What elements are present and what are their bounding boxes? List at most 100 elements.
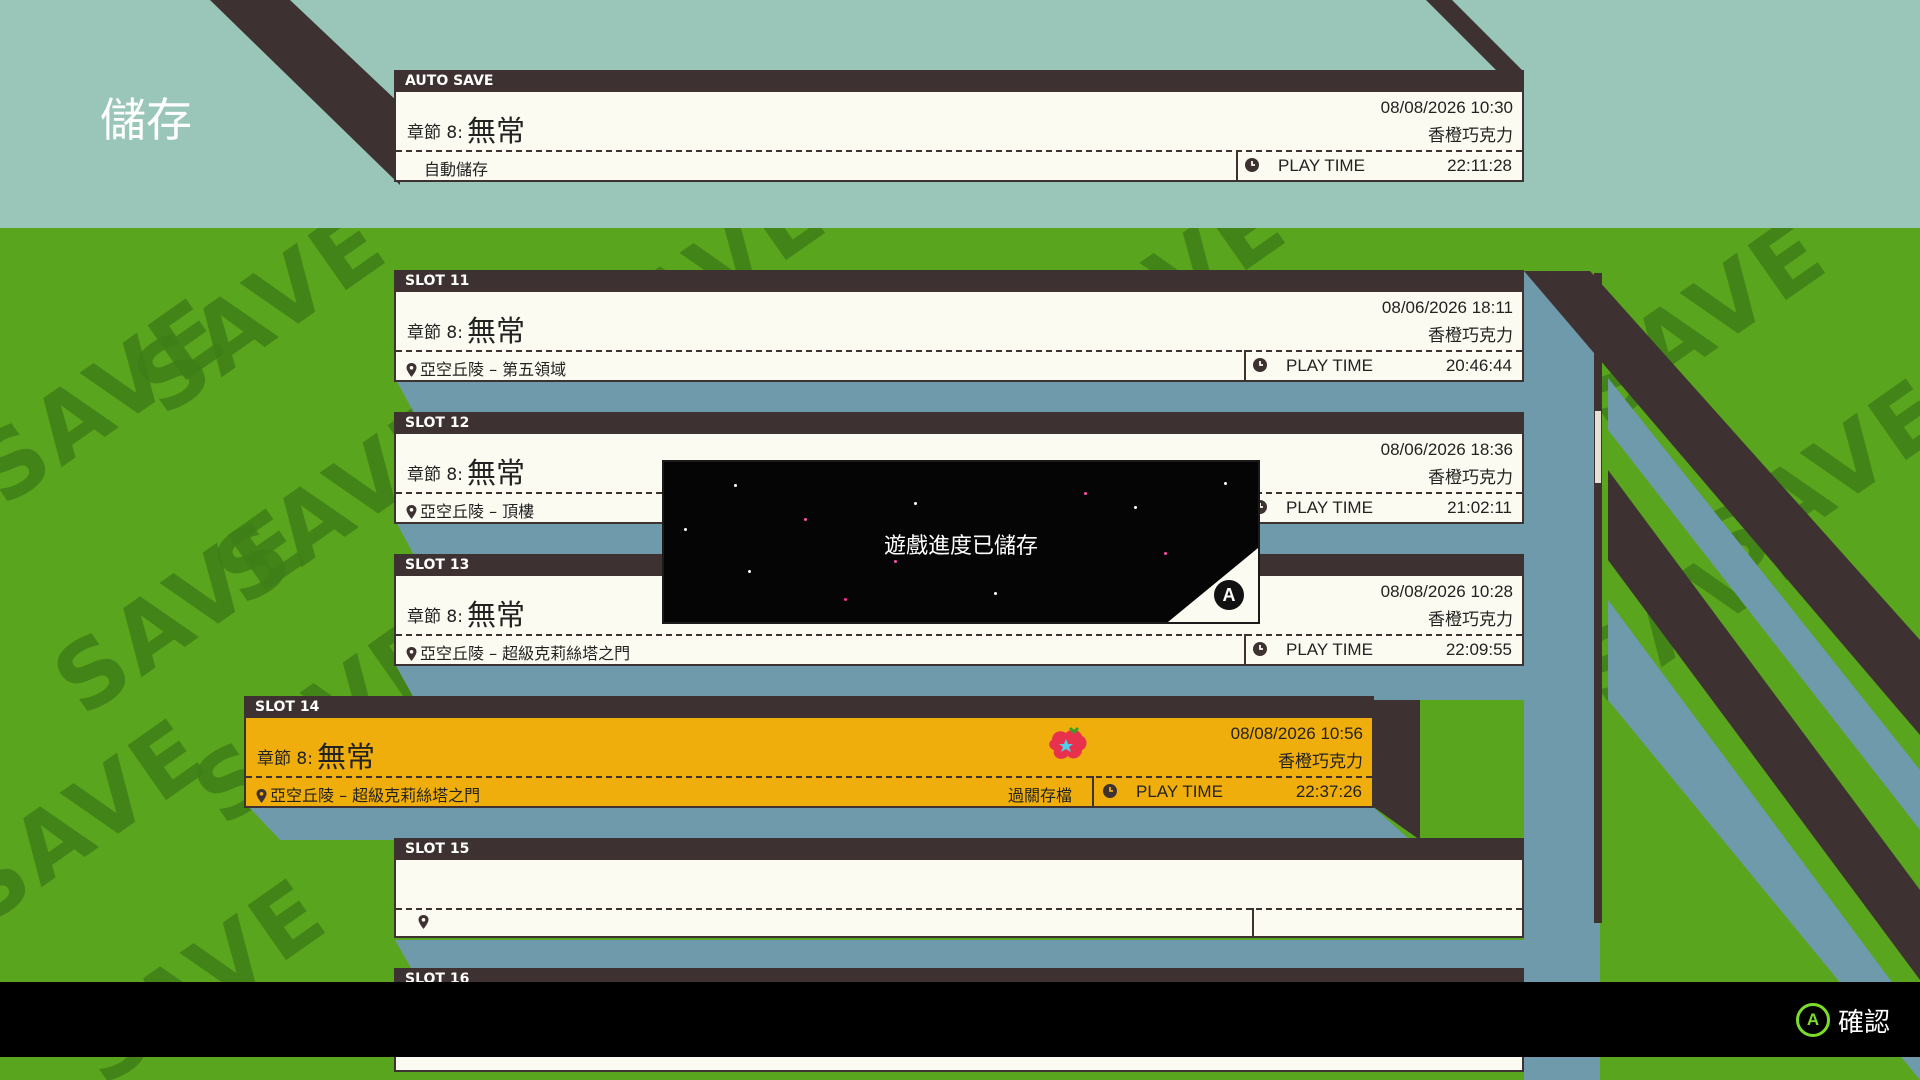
save-location: 亞空丘陵 – 超級克莉絲塔之門 (256, 782, 480, 806)
vertical-divider (1252, 908, 1254, 936)
save-location: 亞空丘陵 – 頂樓 (406, 498, 534, 522)
chapter-info: 章節 8: 無常 (257, 734, 375, 776)
slot-header: SLOT 14 (244, 696, 1374, 718)
save-owner: 香橙巧克力 (1278, 752, 1363, 772)
location-text: 亞空丘陵 – 第五領域 (420, 360, 567, 379)
save-owner: 香橙巧克力 (1428, 468, 1513, 488)
chapter-name: 無常 (466, 456, 525, 490)
sparkle (804, 518, 807, 521)
save-date: 08/06/2026 18:11 (1381, 298, 1513, 317)
save-date: 08/08/2026 10:30 (1380, 98, 1513, 117)
save-location: 自動儲存 (424, 160, 489, 179)
chapter-prefix: 章節 8: (407, 123, 463, 143)
slot-14-shadow (248, 806, 1410, 840)
sparkle (1084, 492, 1087, 495)
play-time-value: 22:09:55 (1445, 640, 1512, 659)
save-owner: 香橙巧克力 (1428, 610, 1513, 630)
save-date: 08/06/2026 18:36 (1380, 440, 1513, 459)
slot-header: SLOT 11 (394, 270, 1524, 292)
slot-card: 章節 8: 無常 08/08/2026 10:30 香橙巧克力 自動儲存 PLAY… (394, 92, 1524, 182)
slot-card: 章節 8: 無常 08/08/2026 10:56 香橙巧克力 亞空丘陵 – 超級… (244, 718, 1374, 808)
location-pin-icon (256, 789, 267, 803)
sparkle (994, 592, 997, 595)
chapter-info: 章節 8: 無常 (407, 108, 525, 150)
chapter-info: 章節 8: 無常 (407, 308, 525, 350)
vertical-divider (1244, 634, 1246, 664)
slot-13-shadow (395, 664, 1524, 700)
a-button-icon: A (1795, 1003, 1830, 1037)
chapter-info: 章節 8: 無常 (407, 592, 525, 634)
sparkle (914, 502, 917, 505)
dashed-divider (396, 350, 1522, 352)
save-slot-14-selected[interactable]: SLOT 14 章節 8: 無常 08/08/2026 10:56 香橙巧克力 亞… (244, 696, 1374, 808)
chapter-prefix: 章節 8: (407, 607, 463, 627)
chapter-name: 無常 (316, 740, 375, 774)
save-location: 亞空丘陵 – 第五領域 (406, 356, 566, 380)
save-slot-11[interactable]: SLOT 11 章節 8: 無常 08/06/2026 18:11 香橙巧克力 亞… (394, 270, 1524, 382)
location-pin-icon (406, 647, 417, 661)
chapter-prefix: 章節 8: (257, 749, 313, 769)
play-time-label: PLAY TIME (1286, 498, 1373, 517)
location-pin-icon (418, 915, 429, 929)
footer-bar: A 確認 (0, 982, 1920, 1057)
slot-card (394, 860, 1524, 938)
notification-a-button[interactable]: A (1214, 580, 1244, 610)
slot-11-shadow (395, 378, 1524, 415)
slot-card: 章節 8: 無常 08/06/2026 18:11 香橙巧克力 亞空丘陵 – 第五… (394, 292, 1524, 382)
save-location: 亞空丘陵 – 超級克莉絲塔之門 (406, 640, 630, 664)
sparkle (894, 560, 897, 563)
clock-icon (1103, 784, 1117, 798)
page-title: 儲存 (100, 93, 192, 147)
location-text: 亞空丘陵 – 超級克莉絲塔之門 (270, 786, 481, 805)
slot-shadow-column (1524, 271, 1600, 1080)
chapter-prefix: 章節 8: (407, 465, 463, 485)
saved-notification: 遊戲進度已儲存 A (662, 460, 1260, 624)
vertical-divider (1092, 776, 1094, 806)
confirm-action[interactable]: A 確認 (1795, 1002, 1890, 1038)
clock-icon (1253, 358, 1267, 372)
play-time-value: 20:46:44 (1445, 356, 1512, 375)
play-time-value: 22:11:28 (1447, 156, 1512, 175)
clear-save-tag: 過關存檔 (1008, 786, 1073, 805)
confirm-label: 確認 (1837, 1007, 1890, 1038)
dashed-divider (396, 634, 1522, 636)
sparkle (1224, 482, 1227, 485)
scrollbar-thumb[interactable] (1594, 410, 1602, 484)
save-owner: 香橙巧克力 (1428, 326, 1513, 346)
vertical-divider (1236, 150, 1238, 180)
location-text: 亞空丘陵 – 超級克莉絲塔之門 (420, 644, 631, 663)
auto-save-slot[interactable]: AUTO SAVE 章節 8: 無常 08/08/2026 10:30 香橙巧克力… (394, 70, 1524, 182)
location-text: 亞空丘陵 – 頂樓 (420, 502, 535, 521)
slot-header: SLOT 12 (394, 412, 1524, 434)
save-date: 08/08/2026 10:56 (1230, 724, 1363, 743)
dashed-divider (396, 150, 1522, 152)
slot-header: SLOT 15 (394, 838, 1524, 860)
play-time-value: 21:02:11 (1447, 498, 1512, 517)
chapter-name: 無常 (466, 114, 525, 148)
play-time-label: PLAY TIME (1278, 156, 1365, 175)
dashed-divider (396, 908, 1522, 910)
notification-corner (1168, 548, 1258, 622)
location-pin-icon (406, 363, 417, 377)
save-date: 08/08/2026 10:28 (1380, 582, 1513, 601)
sparkle (1134, 506, 1137, 509)
scrollbar-track[interactable] (1594, 273, 1602, 923)
sparkle (844, 598, 847, 601)
clear-emblem-icon (1049, 726, 1087, 759)
save-slot-15-empty[interactable]: SLOT 15 (394, 838, 1524, 938)
chapter-name: 無常 (466, 314, 525, 348)
slot-header: AUTO SAVE (394, 70, 1524, 92)
dashed-divider (246, 776, 1372, 778)
play-time-label: PLAY TIME (1136, 782, 1223, 801)
save-owner: 香橙巧克力 (1428, 126, 1513, 146)
sparkle (748, 570, 751, 573)
play-time-value: 22:37:26 (1295, 782, 1362, 801)
play-time-label: PLAY TIME (1286, 356, 1373, 375)
play-time-label: PLAY TIME (1286, 640, 1373, 659)
chapter-name: 無常 (466, 598, 525, 632)
vertical-divider (1244, 350, 1246, 380)
location-pin-icon (406, 505, 417, 519)
sparkle (734, 484, 737, 487)
clock-icon (1253, 642, 1267, 656)
clock-icon (1245, 158, 1259, 172)
